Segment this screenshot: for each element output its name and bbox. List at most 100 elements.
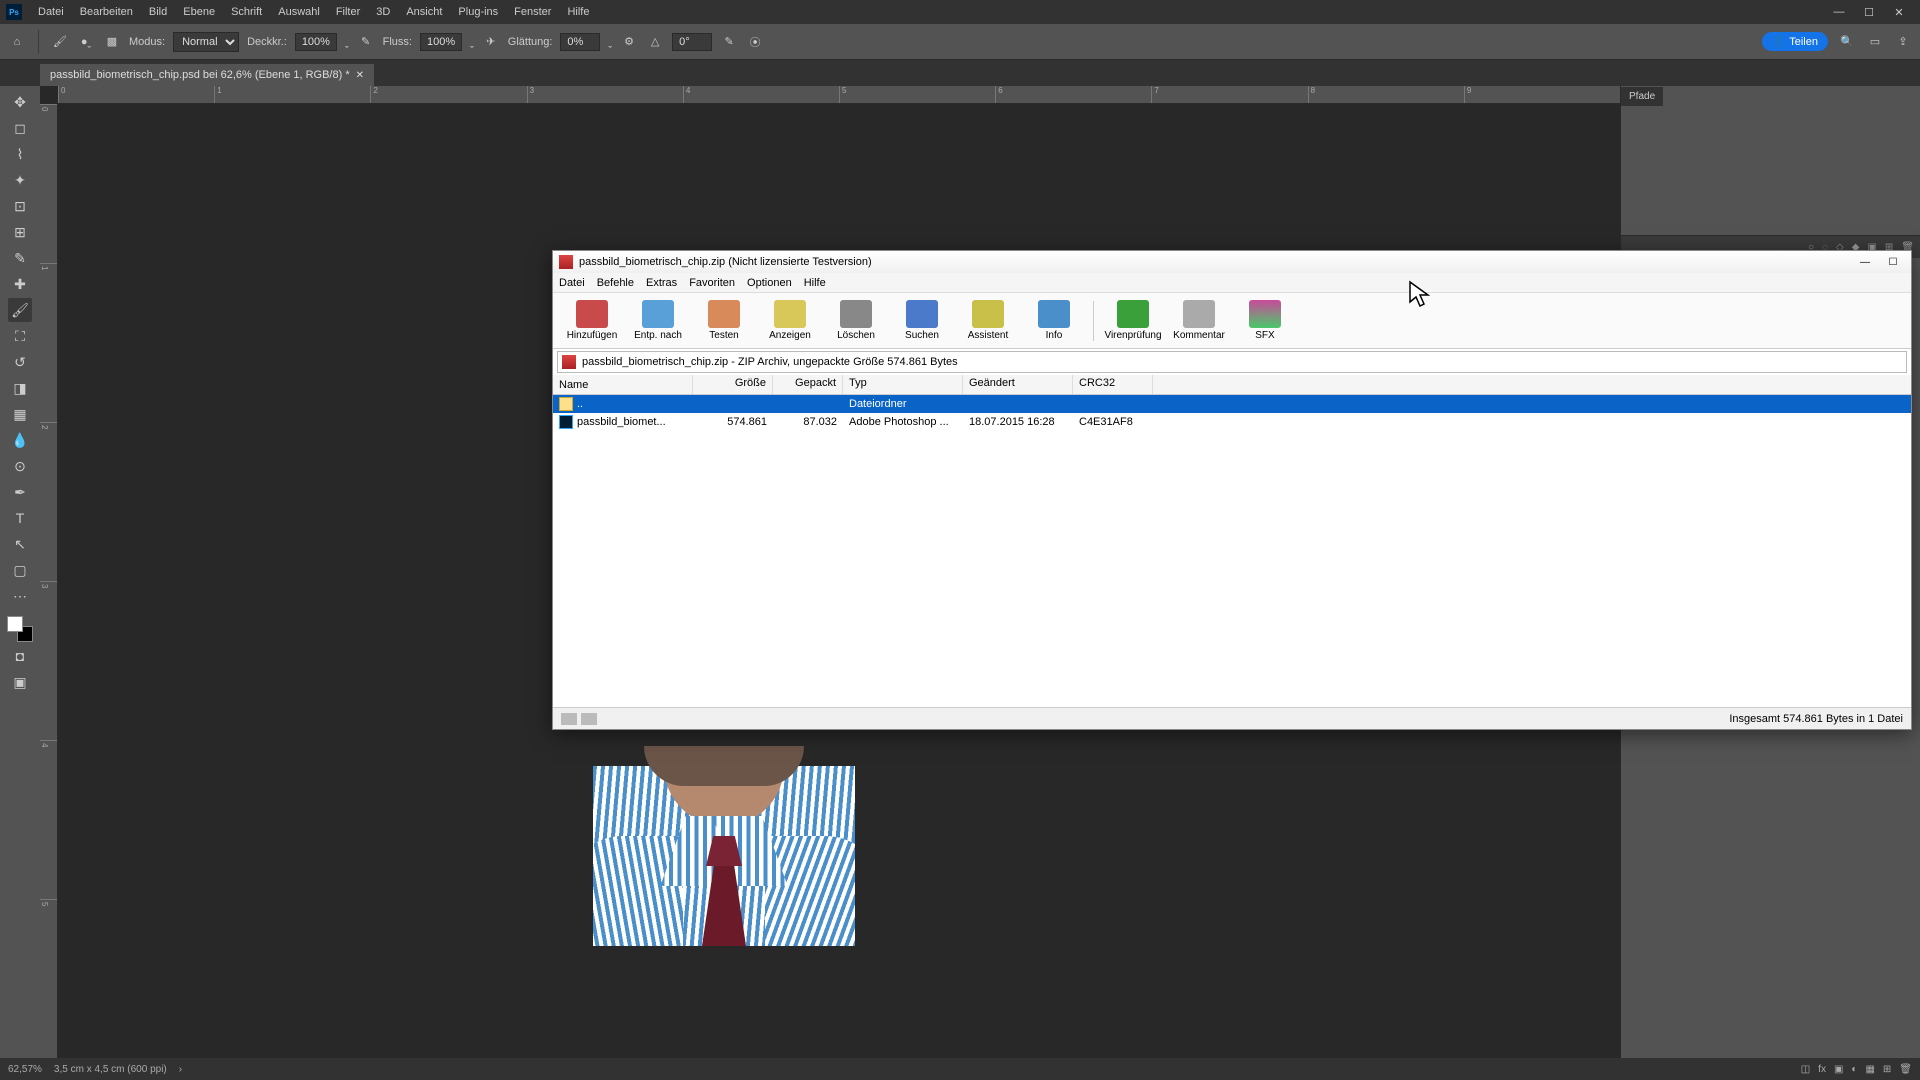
shape-tool[interactable]: ▢: [8, 558, 32, 582]
status-icon[interactable]: fx: [1818, 1064, 1826, 1075]
airbrush-icon[interactable]: ✈: [482, 33, 500, 51]
search-icon[interactable]: 🔍: [1838, 33, 1856, 51]
winrar-menu-datei[interactable]: Datei: [559, 277, 585, 289]
status-icon[interactable]: ▦: [1865, 1064, 1874, 1075]
status-icon[interactable]: ◫: [1801, 1064, 1810, 1075]
deckkr-value[interactable]: 100%: [295, 33, 337, 51]
panel-body[interactable]: [1621, 106, 1920, 236]
eyedropper-tool[interactable]: ✎: [8, 246, 32, 270]
smoothing-options-icon[interactable]: ⚙: [620, 33, 638, 51]
winrar-btn-virenpruefung[interactable]: Virenprüfung: [1102, 300, 1164, 341]
menu-3d[interactable]: 3D: [368, 6, 398, 18]
window-minimize-button[interactable]: —: [1824, 2, 1854, 22]
winrar-menu-optionen[interactable]: Optionen: [747, 277, 792, 289]
status-icon[interactable]: ⊞: [1883, 1064, 1891, 1075]
frame-tool[interactable]: ⊞: [8, 220, 32, 244]
menu-datei[interactable]: Datei: [30, 6, 72, 18]
move-tool[interactable]: ✥: [8, 90, 32, 114]
winrar-minimize-button[interactable]: —: [1853, 254, 1877, 270]
window-maximize-button[interactable]: ☐: [1854, 2, 1884, 22]
brush-tool[interactable]: 🖌: [8, 298, 32, 322]
angle-icon[interactable]: △: [646, 33, 664, 51]
quickmask-tool[interactable]: ◘: [8, 644, 32, 668]
winrar-btn-hinzufuegen[interactable]: Hinzufügen: [561, 300, 623, 341]
col-header-name[interactable]: Name: [553, 375, 693, 394]
pressure-size-icon[interactable]: ✎: [720, 33, 738, 51]
stamp-tool[interactable]: ⛶: [8, 324, 32, 348]
workspace-icon[interactable]: ▭: [1866, 33, 1884, 51]
wand-tool[interactable]: ✦: [8, 168, 32, 192]
winrar-btn-loeschen[interactable]: Löschen: [825, 300, 887, 341]
menu-ebene[interactable]: Ebene: [175, 6, 223, 18]
brush-panel-icon[interactable]: ▩: [103, 33, 121, 51]
menu-plugins[interactable]: Plug-ins: [450, 6, 506, 18]
menu-auswahl[interactable]: Auswahl: [270, 6, 328, 18]
eraser-tool[interactable]: ◨: [8, 376, 32, 400]
symmetry-icon[interactable]: ⦿: [746, 33, 764, 51]
winrar-file-row[interactable]: passbild_biomet... 574.861 87.032 Adobe …: [553, 413, 1911, 431]
col-header-gepackt[interactable]: Gepackt: [773, 375, 843, 394]
document-info[interactable]: 3,5 cm x 4,5 cm (600 ppi): [54, 1064, 167, 1075]
type-tool[interactable]: T: [8, 506, 32, 530]
menu-ansicht[interactable]: Ansicht: [398, 6, 450, 18]
winrar-menu-extras[interactable]: Extras: [646, 277, 677, 289]
winrar-menu-befehle[interactable]: Befehle: [597, 277, 634, 289]
winrar-btn-entpacken[interactable]: Entp. nach: [627, 300, 689, 341]
zoom-level[interactable]: 62,57%: [8, 1064, 42, 1075]
crop-tool[interactable]: ⊡: [8, 194, 32, 218]
marquee-tool[interactable]: ◻: [8, 116, 32, 140]
tab-close-icon[interactable]: ✕: [356, 70, 364, 81]
lasso-tool[interactable]: ⌇: [8, 142, 32, 166]
screenmode-tool[interactable]: ▣: [8, 670, 32, 694]
menu-hilfe[interactable]: Hilfe: [559, 6, 597, 18]
winrar-maximize-button[interactable]: ☐: [1881, 254, 1905, 270]
menu-schrift[interactable]: Schrift: [223, 6, 270, 18]
modus-select[interactable]: Normal: [173, 32, 239, 52]
color-swatch[interactable]: [7, 616, 33, 642]
brush-preset-icon[interactable]: ●ˬ: [77, 33, 95, 51]
glaettung-value[interactable]: 0%: [560, 33, 600, 51]
winrar-btn-assistent[interactable]: Assistent: [957, 300, 1019, 341]
winrar-btn-sfx[interactable]: SFX: [1234, 300, 1296, 341]
winrar-btn-testen[interactable]: Testen: [693, 300, 755, 341]
pen-tool[interactable]: ✒: [8, 480, 32, 504]
more-tools[interactable]: ⋯: [8, 584, 32, 608]
status-icon[interactable]: ◐: [1851, 1064, 1857, 1075]
winrar-menu-favoriten[interactable]: Favoriten: [689, 277, 735, 289]
dodge-tool[interactable]: ⊙: [8, 454, 32, 478]
winrar-path-bar[interactable]: passbild_biometrisch_chip.zip - ZIP Arch…: [557, 351, 1907, 373]
col-header-geaendert[interactable]: Geändert: [963, 375, 1073, 394]
col-header-crc[interactable]: CRC32: [1073, 375, 1153, 394]
document-tab[interactable]: passbild_biometrisch_chip.psd bei 62,6% …: [40, 64, 374, 86]
col-header-typ[interactable]: Typ: [843, 375, 963, 394]
fluss-value[interactable]: 100%: [420, 33, 462, 51]
window-close-button[interactable]: ✕: [1884, 2, 1914, 22]
winrar-btn-info[interactable]: Info: [1023, 300, 1085, 341]
menu-bearbeiten[interactable]: Bearbeiten: [72, 6, 141, 18]
status-icon[interactable]: ▣: [1834, 1064, 1843, 1075]
winrar-btn-anzeigen[interactable]: Anzeigen: [759, 300, 821, 341]
gradient-tool[interactable]: ▦: [8, 402, 32, 426]
trash-icon[interactable]: 🗑: [1899, 1064, 1912, 1075]
share-button[interactable]: 👤Teilen: [1762, 32, 1828, 51]
path-select-tool[interactable]: ↖: [8, 532, 32, 556]
winrar-btn-suchen[interactable]: Suchen: [891, 300, 953, 341]
pressure-opacity-icon[interactable]: ✎: [357, 33, 375, 51]
share-export-icon[interactable]: ⇪: [1894, 33, 1912, 51]
winrar-titlebar[interactable]: passbild_biometrisch_chip.zip (Nicht liz…: [553, 251, 1911, 273]
blur-tool[interactable]: 💧: [8, 428, 32, 452]
menu-fenster[interactable]: Fenster: [506, 6, 559, 18]
psd-file-icon: [559, 415, 573, 429]
winrar-menu-hilfe[interactable]: Hilfe: [804, 277, 826, 289]
menu-bild[interactable]: Bild: [141, 6, 175, 18]
panel-tab-pfade[interactable]: Pfade: [1621, 87, 1663, 106]
winrar-btn-kommentar[interactable]: Kommentar: [1168, 300, 1230, 341]
heal-tool[interactable]: ✚: [8, 272, 32, 296]
brush-tool-icon[interactable]: 🖌: [51, 33, 69, 51]
menu-filter[interactable]: Filter: [328, 6, 368, 18]
angle-value[interactable]: 0°: [672, 33, 712, 51]
col-header-groesse[interactable]: Größe: [693, 375, 773, 394]
history-brush-tool[interactable]: ↺: [8, 350, 32, 374]
winrar-parent-row[interactable]: .. Dateiordner: [553, 395, 1911, 413]
home-icon[interactable]: ⌂: [8, 33, 26, 51]
